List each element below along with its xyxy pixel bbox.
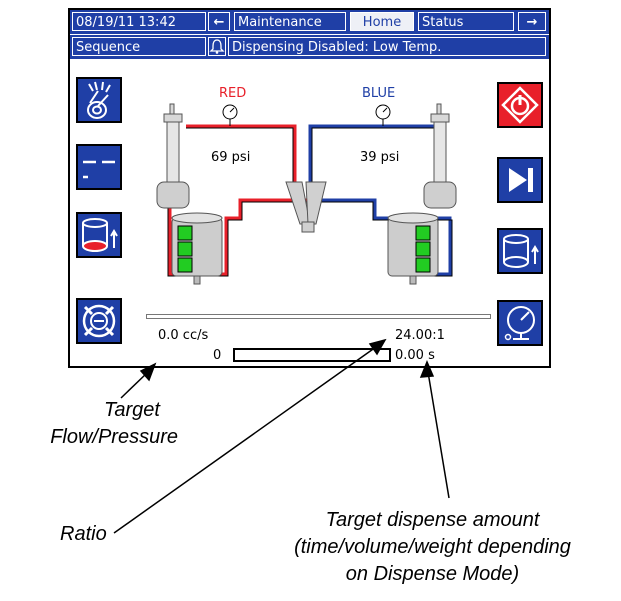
annotation-target-flow-2: Flow/Pressure [10, 424, 178, 451]
annotation-dispense-line1: Target dispense amount [325, 509, 540, 531]
annotation-dispense-line2: (time/volume/weight depending [294, 536, 571, 558]
annotation-dispense-amount: Target dispense amount (time/volume/weig… [250, 507, 615, 588]
annotation-ratio: Ratio [60, 523, 107, 545]
annotation-target-flow-line1: Target [104, 399, 160, 421]
annotation-dispense-line3: on Dispense Mode) [345, 563, 520, 585]
annotation-target-flow-line2: Flow/Pressure [50, 426, 178, 448]
annotation-target-flow: Target [90, 397, 174, 424]
